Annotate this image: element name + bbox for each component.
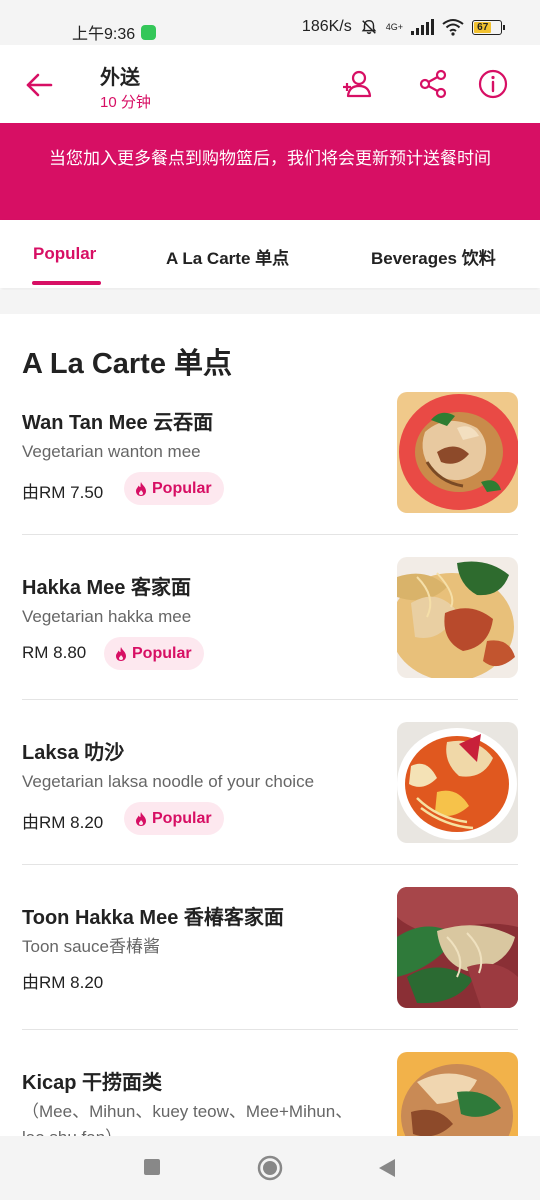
flame-icon bbox=[116, 646, 126, 661]
page-title: 外送 bbox=[100, 67, 140, 89]
popular-badge: Popular bbox=[124, 472, 224, 505]
add-person-icon[interactable] bbox=[340, 67, 374, 101]
item-name: Hakka Mee 客家面 bbox=[22, 577, 191, 599]
tab-popular[interactable]: Popular bbox=[33, 244, 96, 264]
bell-muted-icon bbox=[361, 19, 377, 35]
wechat-notification-icon bbox=[141, 24, 157, 40]
info-icon[interactable] bbox=[476, 67, 510, 101]
delivery-time-banner: 当您加入更多餐点到购物篮后，我们将会更新预计送餐时间 bbox=[0, 123, 540, 220]
menu-item[interactable]: Toon Hakka Mee 香椿客家面 Toon sauce香椿酱 由RM 8… bbox=[0, 887, 540, 1066]
badge-label: Popular bbox=[152, 809, 212, 827]
flame-icon bbox=[136, 481, 146, 496]
menu-item[interactable]: Wan Tan Mee 云吞面 Vegetarian wanton mee 由R… bbox=[0, 392, 540, 571]
battery-level: 67 bbox=[474, 21, 492, 33]
tab-a-la-carte[interactable]: A La Carte 单点 bbox=[166, 244, 289, 269]
flame-icon bbox=[136, 811, 146, 826]
item-divider bbox=[22, 864, 518, 865]
delivery-time: 10 分钟 bbox=[100, 94, 151, 111]
item-name: Kicap 干捞面类 bbox=[22, 1072, 163, 1094]
banner-text: 当您加入更多餐点到购物篮后，我们将会更新预计送餐时间 bbox=[49, 149, 491, 168]
item-name: Toon Hakka Mee 香椿客家面 bbox=[22, 907, 284, 929]
category-tabs: Popular A La Carte 单点 Beverages 饮料 bbox=[0, 220, 540, 288]
network-type: 4G+ bbox=[385, 21, 403, 32]
active-tab-indicator bbox=[32, 281, 101, 285]
system-nav-bar bbox=[0, 1136, 540, 1200]
menu-item[interactable]: Hakka Mee 客家面 Vegetarian hakka mee RM 8.… bbox=[0, 557, 540, 736]
item-divider bbox=[22, 1029, 518, 1030]
item-price: 由RM 8.20 bbox=[22, 973, 104, 992]
home-icon[interactable] bbox=[257, 1155, 283, 1181]
status-bar: 上午9:36 186K/s 4G+ 67 bbox=[0, 0, 540, 45]
status-time-group: 上午9:36 bbox=[72, 20, 157, 44]
item-name: Laksa 叻沙 bbox=[22, 742, 125, 764]
popular-badge: Popular bbox=[124, 802, 224, 835]
badge-label: Popular bbox=[132, 644, 192, 662]
item-description: Vegetarian hakka mee bbox=[22, 607, 192, 626]
laksa-image bbox=[397, 722, 518, 843]
status-right: 186K/s 4G+ 67 bbox=[301, 18, 505, 36]
wifi-icon bbox=[442, 19, 464, 36]
back-arrow-icon[interactable] bbox=[24, 69, 56, 101]
section-title: A La Carte 单点 bbox=[22, 348, 233, 380]
toon-hakka-mee-image bbox=[397, 887, 518, 1008]
app-header: 外送 10 分钟 bbox=[0, 45, 540, 123]
item-description: Toon sauce香椿酱 bbox=[22, 937, 160, 956]
item-name: Wan Tan Mee 云吞面 bbox=[22, 412, 214, 434]
signal-icon bbox=[411, 19, 434, 35]
item-divider bbox=[22, 699, 518, 700]
item-description: Vegetarian wanton mee bbox=[22, 442, 201, 461]
tab-beverages[interactable]: Beverages 饮料 bbox=[371, 244, 496, 269]
menu-item[interactable]: Laksa 叻沙 Vegetarian laksa noodle of your… bbox=[0, 722, 540, 901]
item-divider bbox=[22, 534, 518, 535]
item-description: Vegetarian laksa noodle of your choice bbox=[22, 772, 315, 791]
hakka-mee-image bbox=[397, 557, 518, 678]
wan-tan-mee-image bbox=[397, 392, 518, 513]
section-gap bbox=[0, 290, 540, 314]
item-price: 由RM 8.20 bbox=[22, 813, 104, 832]
popular-badge: Popular bbox=[104, 637, 204, 670]
badge-label: Popular bbox=[152, 479, 212, 497]
back-nav-icon[interactable] bbox=[378, 1158, 396, 1178]
item-price: RM 8.80 bbox=[22, 643, 87, 662]
share-icon[interactable] bbox=[416, 67, 450, 101]
recent-apps-icon[interactable] bbox=[143, 1158, 161, 1176]
item-price: 由RM 7.50 bbox=[22, 483, 104, 502]
network-speed: 186K/s bbox=[301, 18, 352, 35]
battery-icon: 67 bbox=[472, 19, 505, 35]
status-time: 上午9:36 bbox=[72, 26, 136, 43]
